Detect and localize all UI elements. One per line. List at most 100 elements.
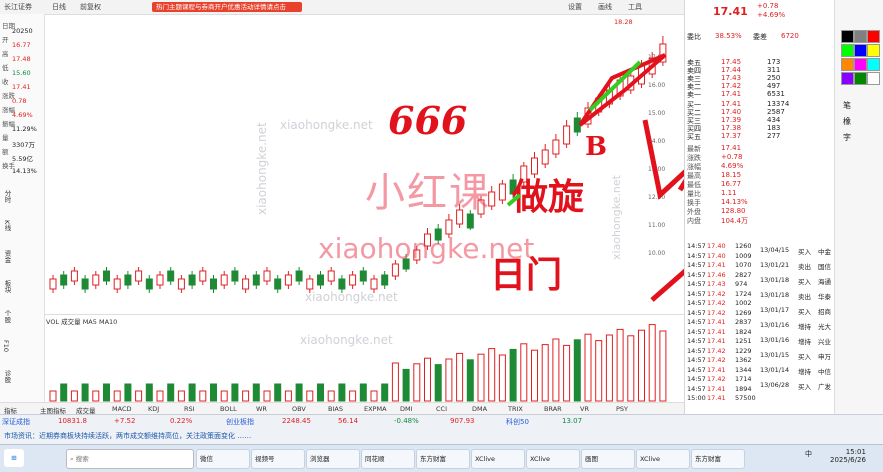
search-input[interactable]: ⌕ 搜索 <box>66 449 194 469</box>
color-swatch[interactable] <box>867 30 880 43</box>
taskbar-app[interactable]: 同花顺 <box>361 449 415 469</box>
trade-price: 17.42 <box>707 289 726 298</box>
index-value: -0.48% <box>394 417 419 425</box>
rating-action: 买入 <box>798 383 811 391</box>
rating-action: 买入 <box>798 308 811 316</box>
rating-broker: 国信 <box>818 263 831 271</box>
trade-price: 17.42 <box>707 308 726 317</box>
color-swatch[interactable] <box>841 44 854 57</box>
ime-indicator[interactable]: 中 <box>805 449 812 459</box>
ask-volume: 497 <box>767 82 781 90</box>
stat-value: 104.4万 <box>721 217 749 225</box>
index-value: 10831.8 <box>58 417 87 425</box>
ask-volume: 311 <box>767 66 781 74</box>
taskbar-app[interactable]: 画图 <box>581 449 635 469</box>
trade-volume: 2837 <box>735 318 752 326</box>
trade-time: 14:57 <box>687 337 706 345</box>
stat-value: 14.13% <box>721 198 748 206</box>
trade-price: 17.41 <box>707 318 726 326</box>
index-value: 创业板指 <box>226 418 254 426</box>
ask-label: 卖一 <box>687 91 701 99</box>
ask-volume: 6531 <box>767 90 785 98</box>
bid-price: 17.37 <box>721 132 742 140</box>
color-swatch[interactable] <box>867 72 880 85</box>
rating-broker: 海通 <box>818 278 831 286</box>
taskbar-app[interactable]: XClive <box>636 449 690 469</box>
trade-price: 17.40 <box>707 242 726 250</box>
palette-tool[interactable]: 笔 <box>843 100 851 111</box>
stat-value: 16.77 <box>721 180 742 188</box>
trade-time: 14:57 <box>687 327 706 336</box>
stat-value: 17.41 <box>721 144 742 152</box>
ask-price: 17.45 <box>721 58 742 66</box>
rating-date: 13/01/16 <box>760 321 790 329</box>
ask-price: 17.43 <box>721 74 742 82</box>
palette-tool[interactable]: 字 <box>843 132 851 143</box>
trade-price: 17.40 <box>707 251 726 260</box>
color-swatch[interactable] <box>854 72 867 85</box>
windows-start-icon[interactable]: ⊞ <box>4 449 24 467</box>
color-swatch[interactable] <box>841 58 854 71</box>
bid-price: 17.39 <box>721 116 742 124</box>
rating-date: 13/01/18 <box>760 276 790 284</box>
status-bar: 深证成指 10831.8 +7.52 0.22% 创业板指 2248.45 56.14 -0.… <box>0 414 883 445</box>
trade-volume: 1824 <box>735 327 752 336</box>
news-ticker[interactable]: 市场资讯：近期券商板块持续活跃，两市成交额维持高位，关注政策面变化 …… <box>4 431 251 441</box>
trade-time: 14:57 <box>687 365 706 374</box>
rating-action: 增持 <box>798 338 811 346</box>
ratio-label: 委比 <box>687 33 701 41</box>
trade-volume: 1009 <box>735 251 752 260</box>
trade-price: 17.43 <box>707 280 726 288</box>
stat-label: 内盘 <box>687 217 701 225</box>
trade-price: 17.42 <box>707 375 726 383</box>
taskbar-app[interactable]: XClive <box>471 449 525 469</box>
trade-time: 14:57 <box>687 242 706 250</box>
rating-action: 增持 <box>798 368 811 376</box>
stat-value: 1.11 <box>721 189 737 197</box>
color-swatch[interactable] <box>841 30 854 43</box>
trade-volume: 57500 <box>735 394 756 402</box>
taskbar-app[interactable]: 浏览器 <box>306 449 360 469</box>
bid-price: 17.41 <box>721 100 742 108</box>
index-value: 907.93 <box>450 417 475 425</box>
trade-volume: 1724 <box>735 289 752 298</box>
index-value: 13.07 <box>562 417 583 425</box>
trade-time: 14:57 <box>687 270 706 279</box>
taskbar-app[interactable]: XClive <box>526 449 580 469</box>
trade-volume: 1269 <box>735 308 752 317</box>
taskbar-app[interactable]: 东方财富 <box>416 449 470 469</box>
trade-price: 17.42 <box>707 299 726 307</box>
trade-time: 15:00 <box>687 394 706 402</box>
taskbar-app[interactable]: 微信 <box>196 449 250 469</box>
price-change: +0.78 <box>757 2 779 10</box>
trade-time: 14:57 <box>687 299 706 307</box>
rating-broker: 招商 <box>818 308 831 316</box>
price-pct: +4.69% <box>757 11 786 19</box>
color-swatch[interactable] <box>841 72 854 85</box>
color-swatch[interactable] <box>854 58 867 71</box>
trade-time: 14:57 <box>687 251 706 260</box>
stat-value: 128.80 <box>721 207 746 215</box>
palette-tool[interactable]: 橡 <box>843 116 851 127</box>
trade-time: 14:57 <box>687 289 706 298</box>
rating-broker: 兴业 <box>818 338 831 346</box>
rating-action: 买入 <box>798 248 811 256</box>
rating-broker: 光大 <box>818 323 831 331</box>
rating-broker: 华泰 <box>818 293 831 301</box>
color-swatch[interactable] <box>867 58 880 71</box>
color-swatch[interactable] <box>854 30 867 43</box>
taskbar-app[interactable]: 东方财富 <box>691 449 745 469</box>
rating-action: 卖出 <box>798 293 811 301</box>
rating-date: 13/04/15 <box>760 246 790 254</box>
color-swatch[interactable] <box>867 44 880 57</box>
taskbar-app[interactable]: 视频号 <box>251 449 305 469</box>
trade-time: 14:57 <box>687 346 706 355</box>
clock[interactable]: 15:01 2025/6/26 <box>830 448 866 464</box>
ask-volume: 250 <box>767 74 781 82</box>
ask-volume: 173 <box>767 58 781 66</box>
index-value: 科创50 <box>506 418 529 426</box>
bid-volume: 277 <box>767 132 781 140</box>
color-swatch[interactable] <box>854 44 867 57</box>
trade-volume: 1260 <box>735 242 752 250</box>
ask-price: 17.44 <box>721 66 742 74</box>
